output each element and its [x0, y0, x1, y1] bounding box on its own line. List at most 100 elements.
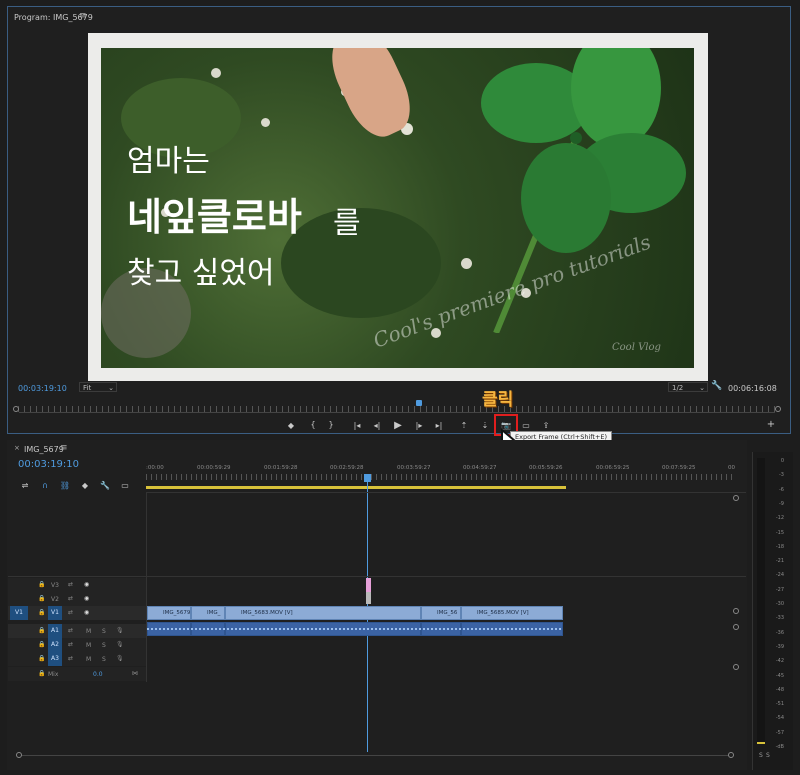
chevron-down-icon: ⌄ [699, 384, 705, 392]
chevron-down-icon: ⌄ [108, 384, 114, 392]
sync-lock-icon[interactable]: ⇄ [68, 655, 73, 662]
meter-label: -42 [775, 658, 784, 665]
video-clip[interactable]: IMG_56 [421, 606, 461, 620]
timeline-playhead-handle[interactable] [364, 474, 371, 482]
go-to-start-icon[interactable]: ⋈ [132, 670, 138, 677]
zoom-select[interactable]: Fit ⌄ [79, 382, 117, 392]
track-header-v2: 🔒 V2 ⇄ ◉ [8, 592, 146, 606]
microphone-icon[interactable]: 🎙 [116, 627, 124, 634]
marker-icon[interactable]: ◆ [284, 421, 298, 430]
play-icon[interactable]: ▶ [391, 420, 405, 431]
lock-icon[interactable]: 🔒 [38, 609, 45, 616]
solo-button[interactable]: S [759, 752, 763, 759]
plus-icon[interactable]: + [764, 419, 778, 430]
mark-in-icon[interactable]: { [306, 420, 320, 429]
divider [8, 576, 746, 577]
go-to-out-icon[interactable]: ▸| [432, 421, 446, 430]
mute-button[interactable]: M [86, 628, 91, 635]
timeline-scrollbar[interactable] [22, 755, 728, 756]
graphic-clip[interactable] [366, 578, 371, 592]
timeline-current-time[interactable]: 00:03:19:10 [18, 459, 79, 470]
hamburger-menu-icon[interactable]: ≡ [79, 11, 87, 21]
eye-icon[interactable]: ◉ [84, 581, 89, 588]
scroll-handle-middle[interactable] [733, 608, 739, 614]
solo-button[interactable]: S [766, 752, 770, 759]
sync-lock-icon[interactable]: ⇄ [68, 581, 73, 588]
timeline-title[interactable]: IMG_5679 [24, 445, 64, 454]
sync-lock-icon[interactable]: ⇄ [68, 641, 73, 648]
add-marker-icon[interactable]: ◆ [78, 481, 92, 490]
eye-icon[interactable]: ◉ [84, 609, 89, 616]
eye-icon[interactable]: ◉ [84, 595, 89, 602]
scroll-handle-right[interactable] [728, 752, 734, 758]
scroll-handle-audio[interactable] [733, 624, 739, 630]
scroll-handle-bottom[interactable] [733, 664, 739, 670]
mix-value[interactable]: 0.0 [93, 671, 103, 678]
close-icon[interactable]: × [14, 444, 20, 452]
mute-button[interactable]: M [86, 656, 91, 663]
meter-label: -30 [775, 601, 784, 607]
ruler-tick: 00:06:59:25 [596, 465, 630, 471]
go-to-in-icon[interactable]: |◂ [350, 421, 364, 430]
sync-lock-icon[interactable]: ⇄ [68, 627, 73, 634]
extract-icon[interactable]: ⇣ [478, 421, 492, 430]
resolution-select[interactable]: 1/2 ⌄ [668, 382, 708, 392]
work-area-bar[interactable] [146, 486, 566, 489]
export-icon[interactable]: ⇪ [539, 421, 553, 430]
sync-lock-icon[interactable]: ⇄ [68, 595, 73, 602]
lock-icon[interactable]: 🔒 [38, 670, 45, 677]
meter-label: -24 [775, 572, 784, 579]
track-label[interactable]: A2 [48, 638, 62, 652]
hamburger-menu-icon[interactable]: ≡ [60, 443, 68, 453]
lock-icon[interactable]: 🔒 [38, 641, 45, 648]
wrench-icon[interactable]: 🔧 [98, 481, 112, 490]
monitor-current-time[interactable]: 00:03:19:10 [18, 384, 67, 393]
scroll-handle-right[interactable] [775, 406, 781, 412]
meter-label: -33 [775, 615, 784, 622]
source-patch-v1[interactable]: V1 [10, 606, 28, 620]
audio-meter-level [757, 742, 765, 744]
lock-icon[interactable]: 🔒 [38, 655, 45, 662]
meter-label: -48 [775, 686, 784, 693]
lock-icon[interactable]: 🔒 [38, 581, 45, 588]
lift-icon[interactable]: ⇡ [457, 421, 471, 430]
zoom-select-value: Fit [83, 384, 92, 392]
wrench-icon[interactable]: 🔧 [711, 381, 722, 391]
insert-sequence-icon[interactable]: ⇌ [18, 481, 32, 490]
track-label[interactable]: A3 [48, 652, 62, 666]
track-label[interactable]: V1 [48, 606, 62, 620]
microphone-icon[interactable]: 🎙 [116, 641, 124, 648]
sync-lock-icon[interactable]: ⇄ [68, 609, 73, 616]
mute-button[interactable]: M [86, 642, 91, 649]
ruler-tick: 00:04:59:27 [463, 465, 497, 471]
video-clip[interactable]: IMG_ [191, 606, 225, 620]
snap-icon[interactable]: ∩ [38, 481, 52, 490]
solo-button[interactable]: S [102, 656, 106, 663]
lock-icon[interactable]: 🔒 [38, 595, 45, 602]
mark-out-icon[interactable]: } [324, 420, 338, 429]
ruler-tick: 00:01:59:28 [264, 465, 298, 471]
track-label[interactable]: A1 [48, 624, 62, 638]
meter-label: -15 [775, 529, 784, 536]
graphic-clip[interactable] [366, 592, 371, 604]
solo-button[interactable]: S [102, 642, 106, 649]
video-clip[interactable]: IMG_5685.MOV [V] [461, 606, 563, 620]
scroll-handle-top[interactable] [733, 495, 739, 501]
video-clip[interactable]: IMG_5679 [147, 606, 191, 620]
step-back-icon[interactable]: ◂| [370, 421, 384, 430]
video-clip[interactable]: IMG_5683.MOV [V] [225, 606, 421, 620]
linked-selection-icon[interactable]: ⛓ [58, 481, 72, 490]
monitor-playhead[interactable] [416, 400, 422, 406]
solo-button[interactable]: S [102, 628, 106, 635]
captions-icon[interactable]: ▭ [118, 481, 132, 490]
meter-label: -57 [775, 729, 784, 736]
lock-icon[interactable]: 🔒 [38, 627, 45, 634]
audio-waveform [147, 628, 563, 630]
step-forward-icon[interactable]: |▸ [412, 421, 426, 430]
microphone-icon[interactable]: 🎙 [116, 655, 124, 662]
monitor-scrollbar[interactable] [19, 412, 775, 413]
meter-label: -51 [775, 701, 784, 708]
meter-label: -dB [775, 744, 784, 750]
timeline-ruler[interactable] [146, 474, 736, 480]
track-label: V2 [51, 596, 59, 603]
